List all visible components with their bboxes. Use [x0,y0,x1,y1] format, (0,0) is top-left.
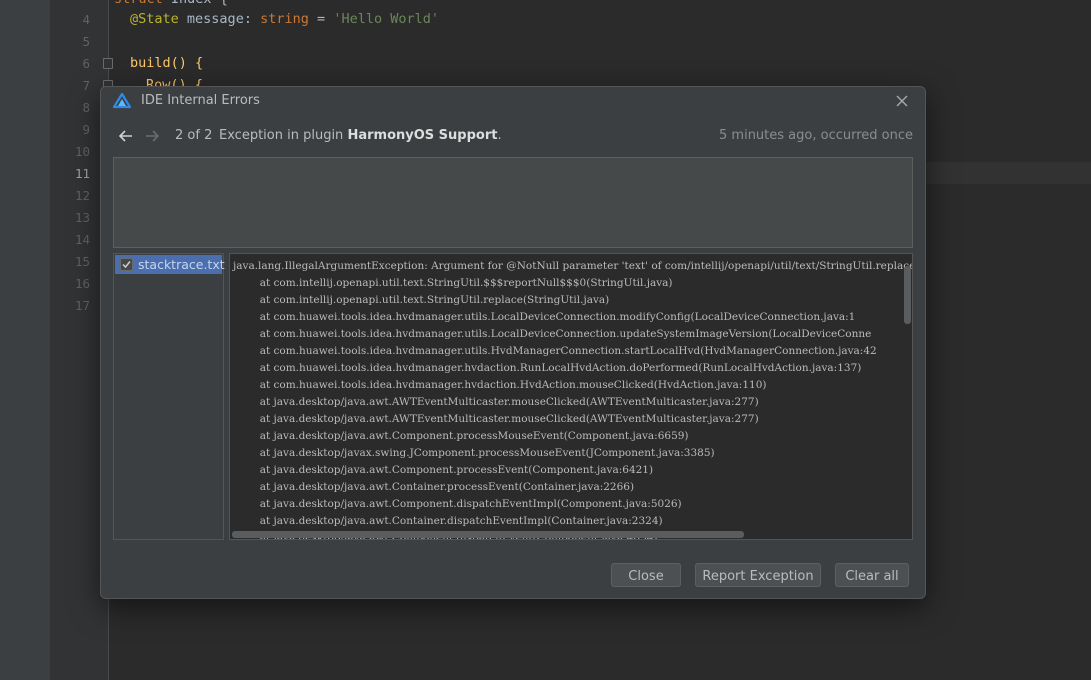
harmonyos-logo-icon [112,92,132,109]
line-number: 13 [74,210,90,225]
line-number: 7 [82,78,90,93]
vertical-scrollbar[interactable] [904,266,911,324]
code-line-6[interactable]: build() { [130,55,203,71]
stacktrace-line: at java.desktop/java.awt.AWTEventMultica… [233,396,759,408]
line-number: 9 [82,122,90,137]
stacktrace-line: at java.desktop/java.awt.Component.proce… [233,464,654,476]
stacktrace-view[interactable]: java.lang.IllegalArgumentException: Argu… [229,253,913,540]
stacktrace-line: at java.desktop/java.awt.Component.dispa… [233,498,682,510]
line-number: 6 [82,56,90,71]
plugin-name: HarmonyOS Support [347,128,498,143]
dialog-title: IDE Internal Errors [141,93,260,108]
attachment-list: stacktrace.txt [113,253,225,540]
list-item[interactable]: stacktrace.txt [115,255,225,274]
line-number: 15 [74,254,90,269]
line-number: 16 [74,276,90,291]
stacktrace-line: at java.desktop/javax.swing.JComponent.p… [233,447,715,459]
stacktrace-line: at com.huawei.tools.idea.hvdmanager.util… [233,328,872,340]
code-line-4[interactable]: @State message: string = 'Hello World' [130,11,439,27]
stacktrace-line: at java.desktop/java.awt.Container.proce… [233,481,635,493]
stacktrace-lines: java.lang.IllegalArgumentException: Argu… [233,258,913,539]
report-exception-button[interactable]: Report Exception [695,563,821,587]
stacktrace-line: at com.intellij.openapi.util.text.String… [233,294,610,306]
close-button[interactable]: Close [611,563,681,587]
stacktrace-line: at java.desktop/java.awt.Component.proce… [233,430,689,442]
clear-all-button[interactable]: Clear all [835,563,909,587]
code-line-3[interactable]: struct Index { [114,0,228,7]
checkbox-checked-icon[interactable] [120,258,133,271]
comment-textarea[interactable] [113,157,913,248]
attachment-name: stacktrace.txt [138,257,225,272]
stacktrace-line: at com.huawei.tools.idea.hvdmanager.hvda… [233,362,862,374]
line-number: 10 [74,144,90,159]
stacktrace-line: java.lang.IllegalArgumentException: Argu… [233,260,913,272]
line-number: 11 [74,166,90,181]
exception-summary: Exception in plugin HarmonyOS Support. [219,128,502,143]
error-counter: 2 of 2 [175,128,213,143]
line-number: 4 [82,12,90,27]
arrow-right-icon[interactable] [143,128,161,144]
arrow-left-icon[interactable] [117,128,135,144]
stacktrace-line: at com.intellij.openapi.util.text.String… [233,277,673,289]
fold-marker-icon[interactable] [103,58,113,69]
stacktrace-line: at com.huawei.tools.idea.hvdmanager.hvda… [233,379,767,391]
line-number: 5 [82,34,90,49]
line-number: 12 [74,188,90,203]
tool-window-strip [0,0,50,680]
close-icon[interactable] [893,92,911,110]
stacktrace-line: at java.desktop/java.awt.Container.dispa… [233,515,663,527]
line-number: 17 [74,298,90,313]
dialog-titlebar[interactable]: IDE Internal Errors [101,87,925,115]
stacktrace-line: at com.huawei.tools.idea.hvdmanager.util… [233,345,877,357]
stacktrace-line: at java.desktop/java.awt.AWTEventMultica… [233,413,759,425]
stacktrace-line: at com.huawei.tools.idea.hvdmanager.util… [233,311,856,323]
occurrence-info: 5 minutes ago, occurred once [719,128,913,143]
horizontal-scrollbar[interactable] [232,531,744,538]
line-number: 14 [74,232,90,247]
line-number: 8 [82,100,90,115]
ide-internal-errors-dialog: IDE Internal Errors 2 of 2 Exception in … [100,86,926,599]
